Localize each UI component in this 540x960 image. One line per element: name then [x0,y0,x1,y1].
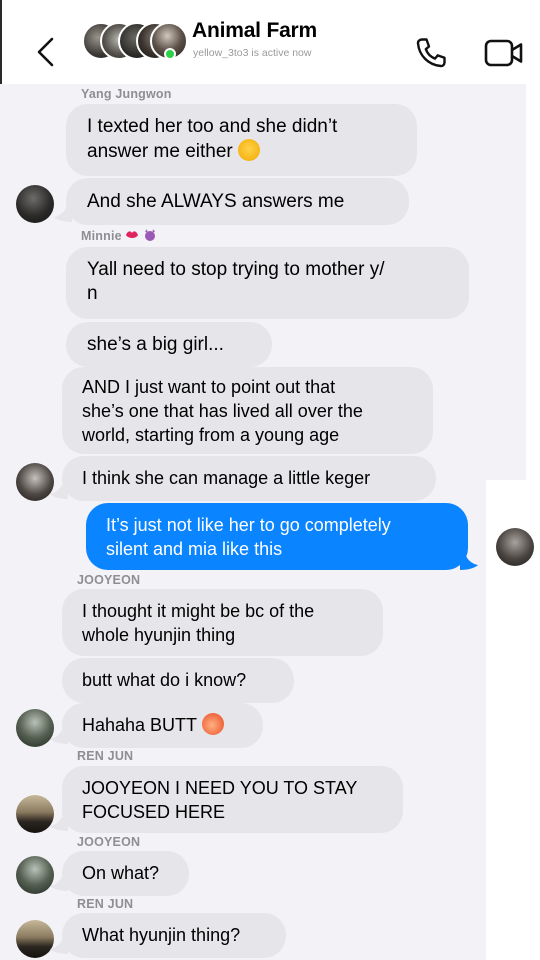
message-bubble[interactable]: Yall need to stop trying to mother y/ n [66,247,469,319]
message-text: What hyunjin thing? [82,925,241,945]
message-thread[interactable]: Yang Jungwon I texted her too and she di… [0,84,540,960]
sender-name: REN JUN [77,749,134,763]
message-bubble[interactable]: she’s a big girl... [66,322,272,367]
message-text: Yall need to stop trying to mother y/ [87,259,385,280]
active-status-dot [164,48,176,60]
message-text: FOCUSED HERE [82,802,226,822]
sender-avatar[interactable] [16,856,54,894]
message-text: AND I just want to point out that [82,377,336,397]
message-text: answer me either [87,139,417,164]
back-chevron-icon[interactable] [34,36,58,68]
conversation-title[interactable]: Animal Farm [192,19,317,43]
message-bubble[interactable]: JOOYEON I NEED YOU TO STAY FOCUSED HERE [62,766,403,833]
message-bubble[interactable]: And she ALWAYS answers me [66,178,409,225]
bubble-tail [50,817,68,831]
smiling-devil-icon [145,229,156,241]
message-bubble[interactable]: I think she can manage a little keger [62,456,436,501]
message-text: whole hyunjin thing [82,625,236,645]
sender-name: JOOYEON [77,835,141,849]
message-bubble[interactable]: AND I just want to point out that she’s … [62,367,433,454]
message-text: world, starting from a young age [82,425,340,445]
message-text: she’s a big girl... [87,334,224,355]
message-text: JOOYEON I NEED YOU TO STAY [82,778,358,798]
sender-avatar[interactable] [16,920,54,958]
message-text: she’s one that has lived all over the [82,401,363,421]
message-text: On what? [82,863,160,883]
sender-name: Yang Jungwon [81,87,172,101]
phone-call-icon[interactable] [414,36,448,70]
message-text: I texted her too and she didn’t [87,116,338,137]
message-bubble[interactable]: On what? [62,851,189,896]
message-text: butt what do i know? [82,670,247,690]
sender-avatar[interactable] [16,463,54,501]
sender-name: REN JUN [77,897,134,911]
message-bubble[interactable]: What hyunjin thing? [62,913,286,958]
message-bubble[interactable]: Hahaha BUTT [62,703,263,748]
sender-name: Minnie [81,229,157,243]
bubble-tail [460,556,478,570]
message-text: n [87,283,98,304]
active-status-text: yellow_3to3 is active now [193,47,312,59]
message-bubble[interactable]: butt what do i know? [62,658,294,703]
loudly-crying-face-icon [238,139,261,161]
sender-avatar[interactable] [16,185,54,223]
message-bubble[interactable]: I thought it might be bc of the whole hy… [62,589,383,656]
message-text: I think she can manage a little keger [82,468,371,488]
message-text: And she ALWAYS answers me [87,191,345,212]
message-bubble-sent[interactable]: It’s just not like her to go completely … [86,503,468,570]
video-call-icon[interactable] [484,38,524,68]
sender-avatar[interactable] [16,709,54,747]
my-avatar[interactable] [496,528,534,566]
message-bubble[interactable]: I texted her too and she didn’t answer m… [66,104,417,176]
conversation-header: Animal Farm yellow_3to3 is active now [0,0,540,84]
kiss-mark-icon [126,231,139,238]
message-text: silent and mia like this [106,539,283,559]
sender-avatar[interactable] [16,795,54,833]
peach-icon [201,713,224,735]
message-text: It’s just not like her to go completely [106,515,391,535]
sender-name: JOOYEON [77,573,141,587]
window-edge [0,0,2,84]
message-text: Hahaha BUTT [82,713,263,737]
message-text: I thought it might be bc of the [82,601,315,621]
